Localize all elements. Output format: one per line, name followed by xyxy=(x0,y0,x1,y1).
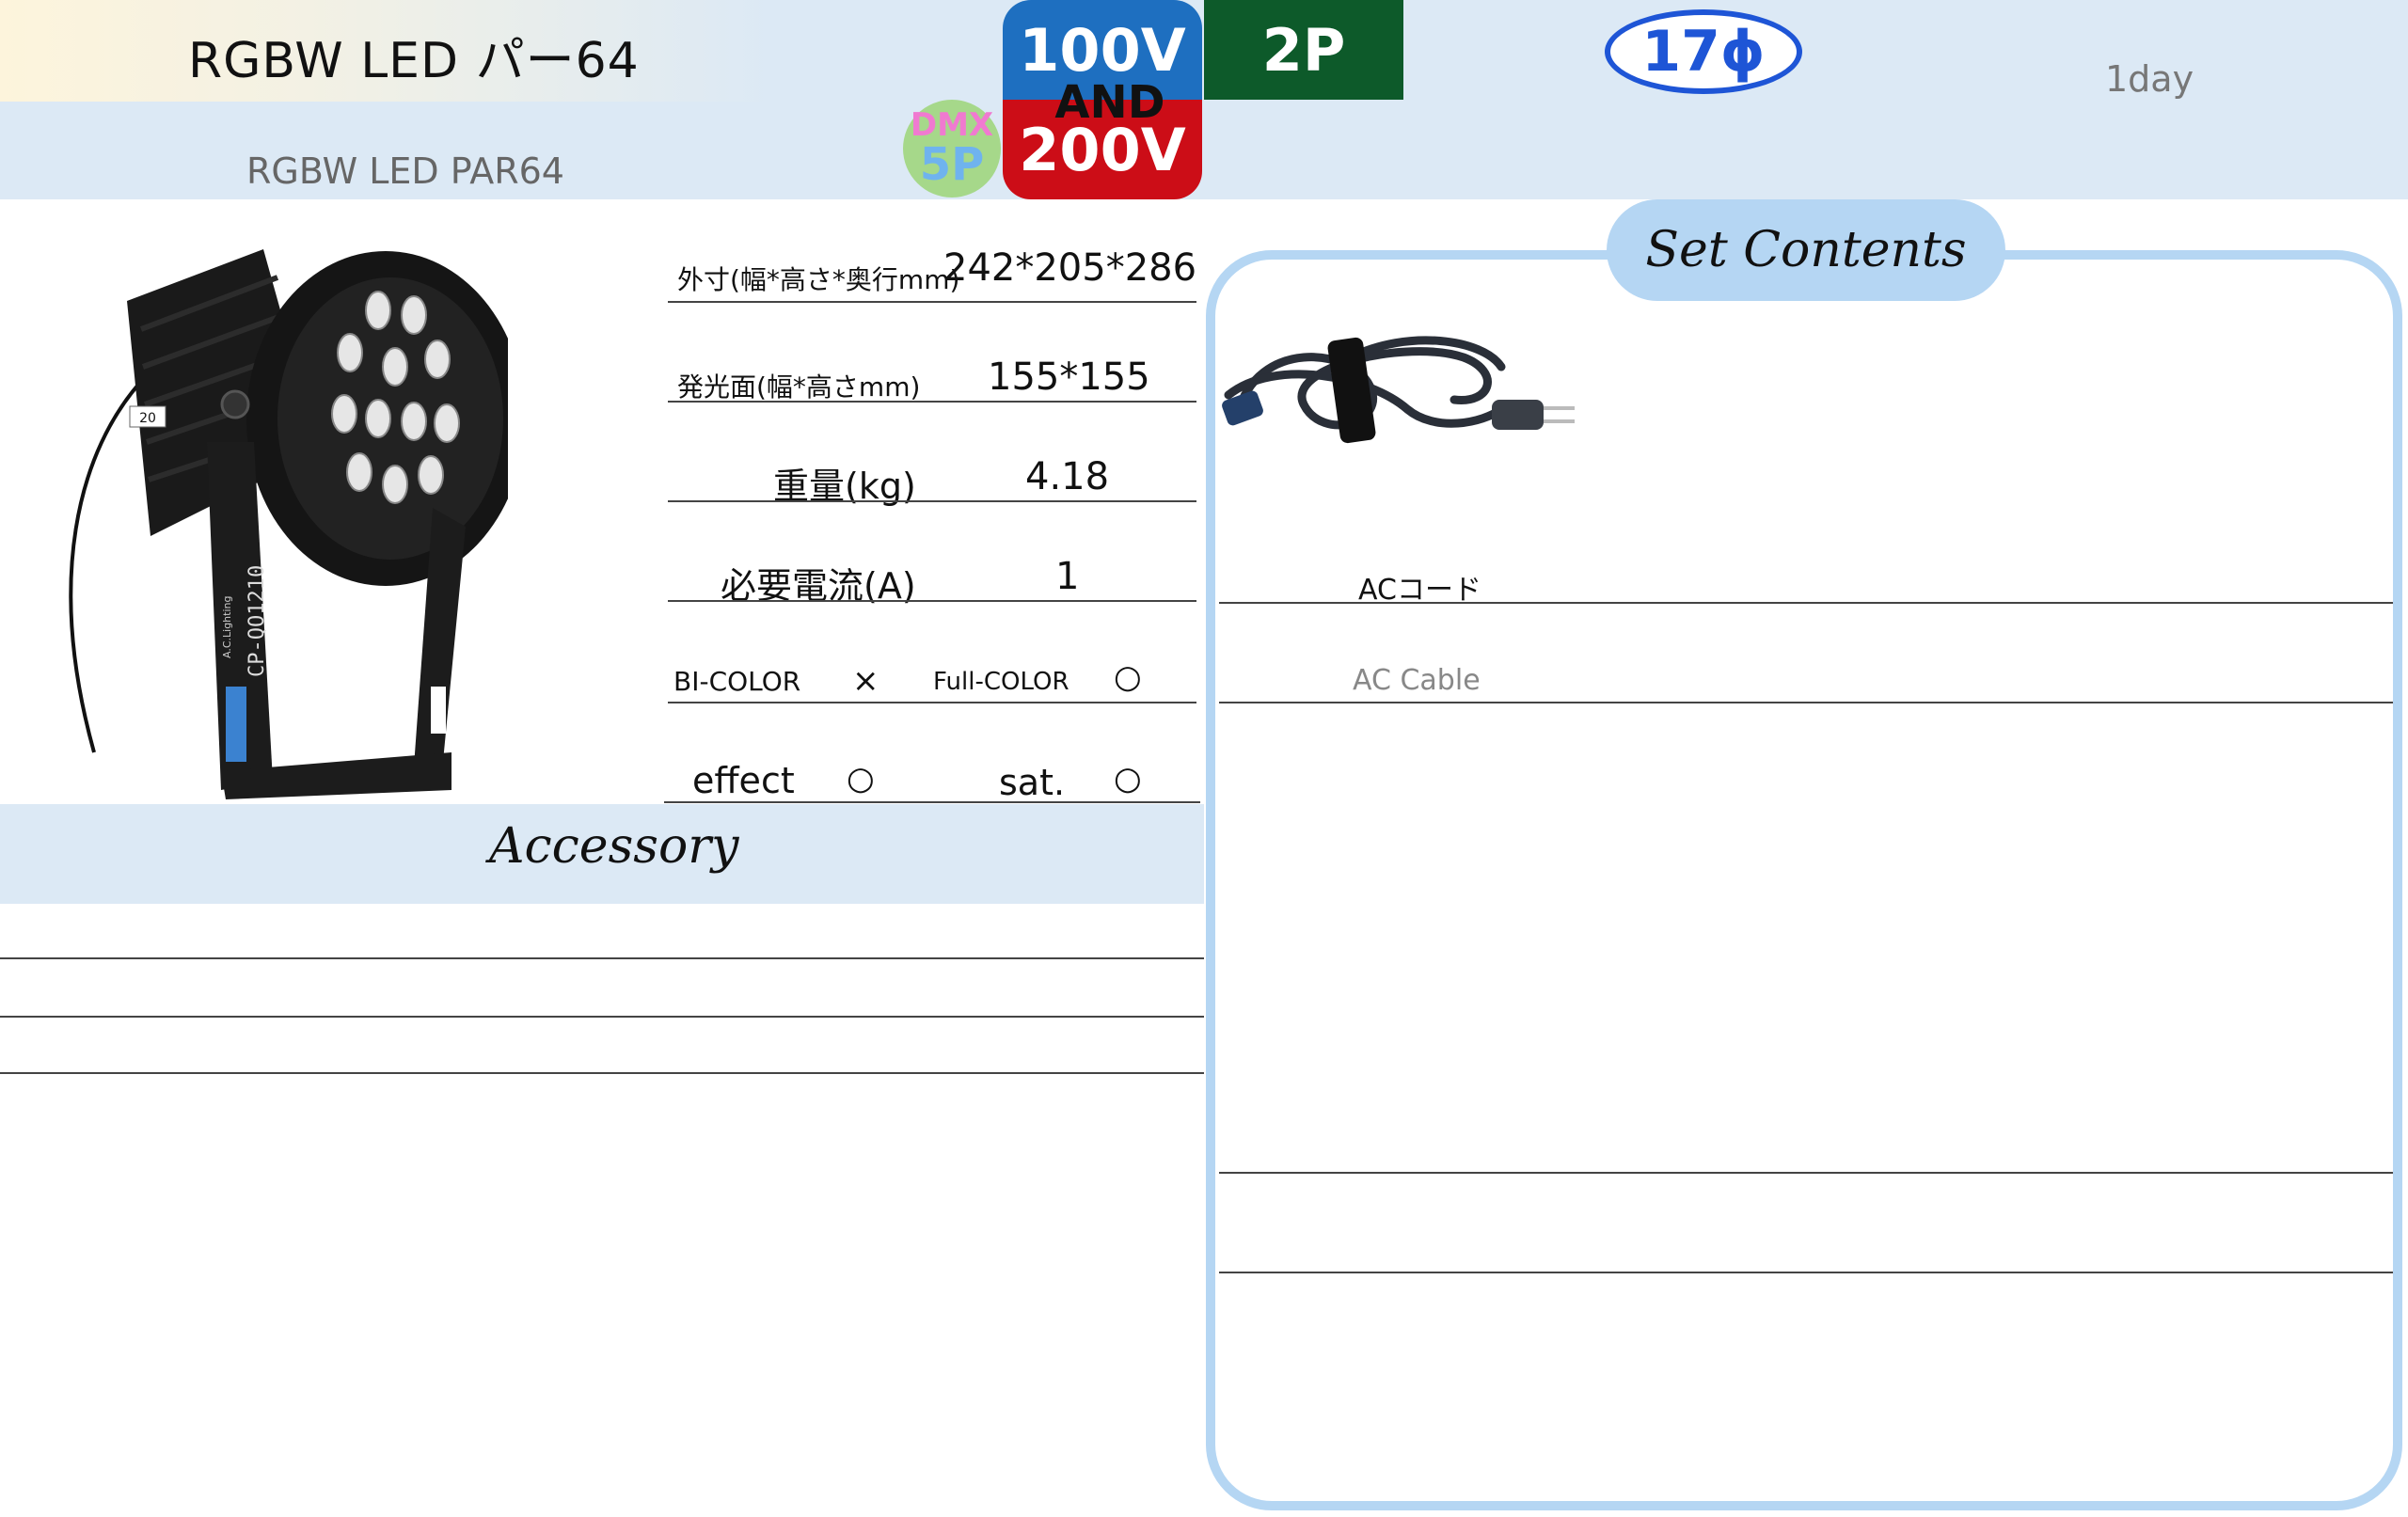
spec-sat-label: sat. xyxy=(999,762,1066,803)
lamp-tag-text: 20 xyxy=(139,411,156,426)
par64-lamp-image: 20 CP-QO1210 A.C.Lighting xyxy=(69,249,508,799)
spec-divider xyxy=(668,702,1196,703)
spec-divider xyxy=(668,401,1196,403)
spec-bicolor-label: BI-COLOR xyxy=(673,666,801,697)
product-title-en: RGBW LED PAR64 xyxy=(246,150,564,192)
set-row-line xyxy=(1219,602,2393,604)
rental-period: 1day xyxy=(2105,58,2194,100)
lamp-model-text: CP-QO1210 xyxy=(246,565,269,677)
power-cord-icon xyxy=(1222,336,1575,444)
spec-divider xyxy=(664,801,1200,803)
set-row-line xyxy=(1219,702,2393,703)
dmx-pin-label: 5P xyxy=(919,138,985,191)
spec-effect-value: ○ xyxy=(847,760,875,798)
set-item-name-en: AC Cable xyxy=(1353,664,1481,697)
spec-current-value: 1 xyxy=(1055,555,1080,598)
dmx-5p-badge: DMX 5P xyxy=(903,100,1001,198)
spec-divider xyxy=(668,600,1196,602)
spec-emitting-value: 155*155 xyxy=(988,356,1150,399)
spec-weight-value: 4.18 xyxy=(1025,455,1110,498)
plug-2p-badge: 2P xyxy=(1204,0,1403,100)
spec-fullcolor-label: Full-COLOR xyxy=(933,668,1069,696)
set-contents-title: Set Contents xyxy=(1607,199,2005,301)
accessory-row-line xyxy=(0,957,1204,959)
spec-divider xyxy=(668,500,1196,502)
spec-sat-value: ○ xyxy=(1114,760,1142,798)
accessory-row-line xyxy=(0,1016,1204,1018)
spec-dimensions-value: 242*205*286 xyxy=(943,246,1197,290)
voltage-and-label: AND xyxy=(1054,76,1165,129)
spec-fullcolor-value: ○ xyxy=(1114,658,1142,696)
spec-divider xyxy=(668,301,1196,303)
spec-emitting-label: 発光面(幅*高さmm) xyxy=(677,371,921,403)
accessory-title: Accessory xyxy=(489,818,739,875)
spec-bicolor-value: × xyxy=(852,662,879,700)
set-row-line xyxy=(1219,1272,2393,1273)
set-row-line xyxy=(1219,1172,2393,1174)
spec-effect-label: effect xyxy=(692,760,795,801)
lamp-brand-text: A.C.Lighting xyxy=(221,596,233,658)
spec-dimensions-label: 外寸(幅*高さ*奥行mm) xyxy=(677,264,960,295)
dmx-label: DMX xyxy=(910,106,994,144)
accessory-row-line xyxy=(0,1072,1204,1074)
product-title-jp: RGBW LED パー64 xyxy=(188,33,640,89)
diameter-badge: 17ϕ xyxy=(1605,9,1802,94)
